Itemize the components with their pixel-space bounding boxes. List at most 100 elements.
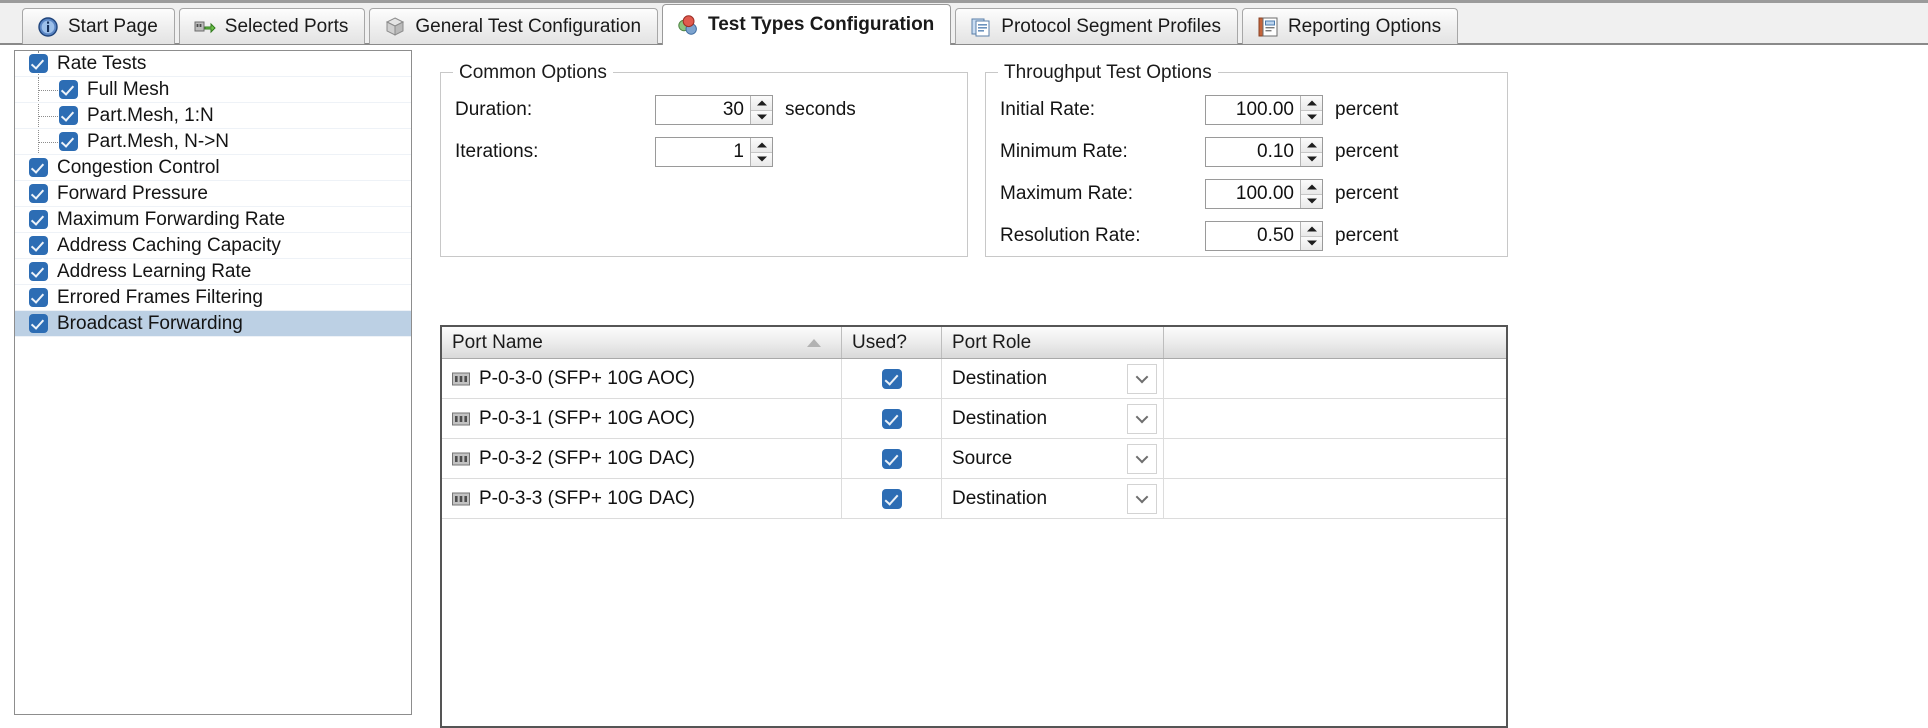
cell-port-name: P-0-3-0 (SFP+ 10G AOC) — [442, 359, 842, 398]
spin-down-icon[interactable] — [1301, 193, 1322, 208]
column-header-port-name[interactable]: Port Name — [442, 327, 842, 358]
checkbox-icon[interactable] — [29, 314, 48, 333]
minimum-rate-unit: percent — [1335, 141, 1399, 162]
tree-item-part-mesh-nn[interactable]: Part.Mesh, N->N — [15, 129, 411, 155]
tree-item-errored-frames-filtering[interactable]: Errored Frames Filtering — [15, 285, 411, 311]
tree-item-rate-tests[interactable]: Rate Tests — [15, 51, 411, 77]
test-types-tree[interactable]: Rate Tests Full Mesh Part.Mesh, 1:N Part… — [14, 50, 412, 715]
checkbox-icon[interactable] — [881, 448, 902, 469]
checkbox-icon[interactable] — [29, 158, 48, 177]
tree-item-congestion-control[interactable]: Congestion Control — [15, 155, 411, 181]
chevron-down-icon[interactable] — [1127, 403, 1157, 434]
minimum-rate-value[interactable]: 0.10 — [1206, 138, 1300, 166]
tab-selected-ports[interactable]: Selected Ports — [178, 8, 366, 44]
spin-up-icon[interactable] — [751, 96, 772, 110]
initial-rate-field-row: Initial Rate: 100.00 percent — [1000, 95, 1398, 125]
initial-rate-value[interactable]: 100.00 — [1206, 96, 1300, 124]
duration-spin-buttons[interactable] — [750, 96, 772, 124]
tree-item-full-mesh[interactable]: Full Mesh — [15, 77, 411, 103]
checkbox-icon[interactable] — [29, 262, 48, 281]
cell-used[interactable] — [842, 359, 942, 398]
cell-used[interactable] — [842, 399, 942, 438]
checkbox-icon[interactable] — [59, 106, 78, 125]
resolution-rate-unit: percent — [1335, 225, 1399, 246]
initial-rate-stepper[interactable]: 100.00 — [1205, 95, 1323, 125]
checkbox-icon[interactable] — [881, 488, 902, 509]
tab-start-page[interactable]: Start Page — [22, 8, 175, 44]
tab-test-types-configuration[interactable]: Test Types Configuration — [662, 4, 952, 45]
table-row[interactable]: P-0-3-1 (SFP+ 10G AOC) Destination — [442, 399, 1506, 439]
resolution-rate-spin-buttons[interactable] — [1300, 222, 1322, 250]
sort-ascending-icon — [807, 338, 821, 347]
spin-up-icon[interactable] — [1301, 222, 1322, 236]
maximum-rate-value[interactable]: 100.00 — [1206, 180, 1300, 208]
maximum-rate-spin-buttons[interactable] — [1300, 180, 1322, 208]
spin-up-icon[interactable] — [1301, 180, 1322, 194]
spin-down-icon[interactable] — [1301, 151, 1322, 166]
resolution-rate-value[interactable]: 0.50 — [1206, 222, 1300, 250]
spin-down-icon[interactable] — [751, 109, 772, 124]
spin-up-icon[interactable] — [1301, 138, 1322, 152]
tree-item-broadcast-forwarding[interactable]: Broadcast Forwarding — [15, 311, 411, 337]
group-title: Throughput Test Options — [998, 62, 1218, 84]
tree-item-part-mesh-1n[interactable]: Part.Mesh, 1:N — [15, 103, 411, 129]
checkbox-icon[interactable] — [881, 368, 902, 389]
tree-item-maximum-forwarding-rate[interactable]: Maximum Forwarding Rate — [15, 207, 411, 233]
checkbox-icon[interactable] — [29, 288, 48, 307]
checkbox-icon[interactable] — [59, 132, 78, 151]
cell-port-role[interactable]: Destination — [942, 479, 1164, 518]
tree-item-address-learning-rate[interactable]: Address Learning Rate — [15, 259, 411, 285]
checkbox-icon[interactable] — [29, 210, 48, 229]
resolution-rate-stepper[interactable]: 0.50 — [1205, 221, 1323, 251]
duration-value[interactable]: 30 — [656, 96, 750, 124]
ports-icon — [194, 21, 216, 33]
tab-label: Reporting Options — [1287, 15, 1442, 37]
checkbox-icon[interactable] — [29, 184, 48, 203]
spin-down-icon[interactable] — [751, 151, 772, 166]
cell-used[interactable] — [842, 479, 942, 518]
spin-up-icon[interactable] — [1301, 96, 1322, 110]
chevron-down-icon[interactable] — [1127, 483, 1157, 514]
tab-protocol-segment-profiles[interactable]: Protocol Segment Profiles — [955, 8, 1238, 44]
iterations-spin-buttons[interactable] — [750, 138, 772, 166]
duration-stepper[interactable]: 30 — [655, 95, 773, 125]
tab-reporting-options[interactable]: Reporting Options — [1241, 8, 1459, 44]
chevron-down-icon[interactable] — [1127, 363, 1157, 394]
cell-port-role[interactable]: Destination — [942, 359, 1164, 398]
spin-down-icon[interactable] — [1301, 235, 1322, 250]
column-header-used[interactable]: Used? — [842, 327, 942, 358]
initial-rate-spin-buttons[interactable] — [1300, 96, 1322, 124]
column-header-port-role[interactable]: Port Role — [942, 327, 1164, 358]
port-name-text: P-0-3-0 (SFP+ 10G AOC) — [479, 367, 695, 389]
spin-up-icon[interactable] — [751, 138, 772, 152]
cell-port-role[interactable]: Destination — [942, 399, 1164, 438]
table-row[interactable]: P-0-3-2 (SFP+ 10G DAC) Source — [442, 439, 1506, 479]
tab-label: Start Page — [68, 15, 158, 37]
tab-general-test-configuration[interactable]: General Test Configuration — [369, 8, 659, 44]
tree-connector-line — [38, 142, 58, 143]
minimum-rate-spin-buttons[interactable] — [1300, 138, 1322, 166]
checkbox-icon[interactable] — [59, 80, 78, 99]
cell-port-role[interactable]: Source — [942, 439, 1164, 478]
checkbox-icon[interactable] — [29, 54, 48, 73]
table-row[interactable]: P-0-3-0 (SFP+ 10G AOC) Destination — [442, 359, 1506, 399]
tree-item-label: Forward Pressure — [57, 182, 208, 204]
tree-item-forward-pressure[interactable]: Forward Pressure — [15, 181, 411, 207]
spin-down-icon[interactable] — [1301, 109, 1322, 124]
tree-item-label: Part.Mesh, 1:N — [87, 104, 214, 126]
minimum-rate-stepper[interactable]: 0.10 — [1205, 137, 1323, 167]
checkbox-icon[interactable] — [29, 236, 48, 255]
table-row[interactable]: P-0-3-3 (SFP+ 10G DAC) Destination — [442, 479, 1506, 519]
chevron-down-icon[interactable] — [1127, 443, 1157, 474]
checkbox-icon[interactable] — [881, 408, 902, 429]
port-table[interactable]: Port Name Used? Port Role P-0-3-0 (SFP+ … — [440, 325, 1508, 728]
maximum-rate-stepper[interactable]: 100.00 — [1205, 179, 1323, 209]
iterations-value[interactable]: 1 — [656, 138, 750, 166]
spheres-icon — [678, 15, 697, 35]
cell-port-name: P-0-3-3 (SFP+ 10G DAC) — [442, 479, 842, 518]
tab-label: Selected Ports — [224, 15, 349, 37]
cell-used[interactable] — [842, 439, 942, 478]
iterations-stepper[interactable]: 1 — [655, 137, 773, 167]
tab-strip: Start Page Selected Ports General Test C… — [0, 0, 1928, 45]
tree-item-address-caching-capacity[interactable]: Address Caching Capacity — [15, 233, 411, 259]
